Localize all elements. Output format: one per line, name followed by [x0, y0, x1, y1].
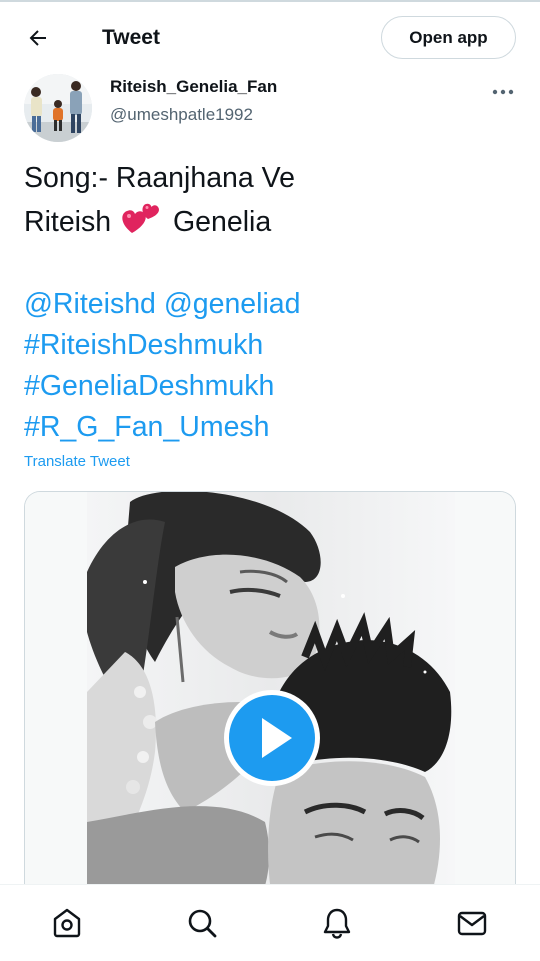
- nav-messages[interactable]: [454, 905, 490, 941]
- more-options-button[interactable]: [490, 84, 516, 95]
- nav-home[interactable]: [49, 905, 85, 941]
- app-header: Tweet Open app: [0, 2, 540, 72]
- tweet-name-riteish: Riteish: [24, 206, 112, 238]
- envelope-icon: [457, 911, 487, 936]
- open-app-button[interactable]: Open app: [381, 16, 516, 59]
- tweet-text: Song:- Raanjhana Ve Riteish Genelia @Rit…: [24, 158, 516, 448]
- play-button[interactable]: [222, 688, 322, 788]
- page-title: Tweet: [102, 26, 160, 49]
- hashtag-link[interactable]: #GeneliaDeshmukh: [24, 366, 516, 407]
- video-media[interactable]: [24, 491, 516, 911]
- back-button[interactable]: [18, 22, 58, 54]
- arrow-left-icon: [29, 30, 46, 46]
- more-horizontal-icon: [492, 89, 514, 95]
- nav-notifications[interactable]: [319, 905, 355, 941]
- tweet-line-names: Riteish Genelia: [24, 199, 516, 243]
- revolving-hearts-icon: [122, 203, 160, 233]
- play-icon: [224, 690, 320, 786]
- nav-search[interactable]: [184, 905, 220, 941]
- translate-tweet-link[interactable]: Translate Tweet: [24, 453, 130, 470]
- tweet-author: Riteish_Genelia_Fan @umeshpatle1992: [0, 72, 540, 142]
- tweet-line-song: Song:- Raanjhana Ve: [24, 162, 295, 194]
- search-icon: [188, 909, 217, 938]
- bell-icon: [323, 908, 351, 939]
- author-handle[interactable]: @umeshpatle1992: [110, 105, 253, 125]
- hashtag-link[interactable]: #RiteishDeshmukh: [24, 325, 516, 366]
- home-icon: [53, 908, 81, 938]
- avatar-photo: [24, 74, 92, 142]
- author-name[interactable]: Riteish_Genelia_Fan: [110, 77, 277, 97]
- hashtag-link[interactable]: #R_G_Fan_Umesh: [24, 407, 516, 448]
- bottom-navigation: [0, 884, 540, 961]
- avatar[interactable]: [24, 74, 92, 142]
- tweet-mentions[interactable]: @Riteishd @geneliad: [24, 284, 516, 325]
- tweet-name-genelia: Genelia: [172, 206, 272, 238]
